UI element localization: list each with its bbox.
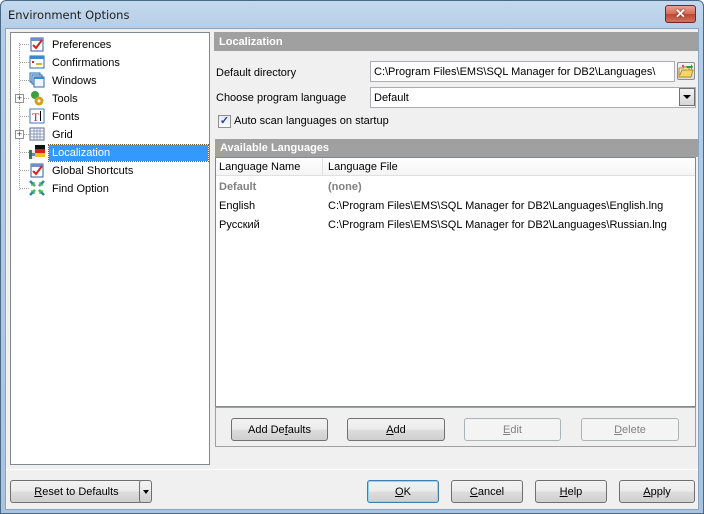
language-row-english[interactable]: English C:\Program Files\EMS\SQL Manager…	[216, 197, 695, 216]
preferences-icon	[30, 37, 44, 52]
auto-scan-label[interactable]: Auto scan languages on startup	[234, 115, 389, 127]
localization-header-text: Localization	[219, 35, 283, 48]
language-file: (none)	[328, 181, 362, 193]
tree-item-label: Confirmations	[52, 57, 120, 69]
button-text: ancel	[477, 485, 505, 498]
global-shortcuts-icon	[30, 163, 44, 178]
button-accel: D	[614, 423, 623, 436]
button-accel: O	[395, 485, 404, 498]
language-file: C:\Program Files\EMS\SQL Manager for DB2…	[328, 200, 664, 212]
environment-options-window: Environment Options ✕ Preferences Confir…	[0, 0, 704, 514]
tree-connector	[20, 188, 29, 189]
confirmations-icon	[29, 55, 45, 69]
program-language-select[interactable]: Default	[370, 87, 696, 108]
delete-button[interactable]: Delete	[581, 418, 679, 441]
tree-connector	[20, 80, 29, 81]
close-icon: ✕	[675, 6, 686, 21]
window-title: Environment Options	[8, 8, 130, 22]
title-bar[interactable]: Environment Options ✕	[1, 1, 703, 29]
default-directory-value: C:\Program Files\EMS\SQL Manager for DB2…	[374, 65, 656, 78]
language-row-russian[interactable]: Русский C:\Program Files\EMS\SQL Manager…	[216, 216, 695, 235]
language-name: English	[219, 200, 256, 212]
tree-item-label: Find Option	[52, 183, 109, 195]
plus-icon: +	[16, 129, 23, 139]
localization-icon	[29, 145, 45, 159]
available-languages-header: Available Languages	[215, 139, 698, 157]
tree-item-label: Localization	[48, 144, 209, 162]
chevron-down-icon	[142, 489, 149, 494]
button-accel: A	[643, 485, 651, 498]
svg-text:T: T	[32, 110, 40, 124]
plus-icon: +	[16, 93, 23, 103]
button-text: K	[403, 485, 411, 498]
windows-icon	[29, 72, 45, 88]
button-text: elp	[567, 485, 583, 498]
tree-item-label: Fonts	[52, 111, 80, 123]
program-language-dropdown-button[interactable]	[679, 88, 695, 106]
language-name: Default	[219, 181, 257, 193]
button-text: pply	[650, 485, 671, 498]
button-accel: C	[469, 485, 478, 498]
cancel-button[interactable]: Cancel	[451, 480, 523, 503]
tree-connector	[20, 44, 29, 45]
localization-header: Localization	[214, 32, 698, 51]
edit-button[interactable]: Edit	[464, 418, 561, 441]
program-language-label: Choose program language	[216, 92, 347, 104]
ok-button[interactable]: OK	[367, 480, 439, 503]
column-header-language-file[interactable]: Language File	[328, 161, 398, 173]
checkmark-icon: ✓	[219, 115, 230, 127]
tree-item-label: Tools	[52, 93, 78, 105]
button-accel: A	[386, 423, 394, 436]
button-text: dit	[510, 423, 522, 436]
open-folder-icon	[678, 64, 694, 78]
dialog-client-area: Preferences Confirmations Windows + Tool…	[5, 28, 699, 510]
language-row-default[interactable]: Default (none)	[216, 178, 695, 197]
find-option-icon	[29, 180, 45, 196]
reset-options-dropdown-button[interactable]	[139, 480, 152, 503]
program-language-value: Default	[374, 91, 409, 104]
button-text: Add De	[247, 423, 285, 436]
help-button[interactable]: Help	[535, 480, 607, 503]
tree-connector	[20, 170, 29, 171]
column-header-language-name[interactable]: Language Name	[219, 161, 300, 173]
column-separator[interactable]	[322, 158, 323, 176]
available-languages-header-text: Available Languages	[220, 142, 330, 154]
language-name: Русский	[219, 219, 260, 231]
add-button[interactable]: Add	[347, 418, 445, 441]
languages-list-header: Language Name Language File	[216, 158, 695, 176]
button-text: elete	[622, 423, 646, 436]
default-directory-input[interactable]: C:\Program Files\EMS\SQL Manager for DB2…	[370, 61, 675, 82]
tree-item-label: Grid	[52, 129, 73, 141]
button-text: dd	[393, 423, 406, 436]
button-accel: R	[34, 485, 43, 498]
tree-item-label: Preferences	[52, 39, 112, 51]
tree-item-label: Global Shortcuts	[52, 165, 134, 177]
tree-item-label: Windows	[52, 75, 97, 87]
button-text: eset to Defaults	[42, 485, 119, 498]
button-text: aults	[287, 423, 311, 436]
language-file: C:\Program Files\EMS\SQL Manager for DB2…	[328, 219, 667, 231]
chevron-down-icon	[683, 95, 691, 99]
add-defaults-button[interactable]: Add De f aults	[231, 418, 328, 441]
reset-to-defaults-button[interactable]: Reset to Defaults	[10, 480, 143, 503]
footer-separator	[6, 469, 698, 470]
button-accel: H	[559, 485, 568, 498]
browse-directory-button[interactable]	[677, 62, 695, 80]
grid-icon	[29, 127, 45, 141]
tree-connector	[20, 62, 29, 63]
tools-icon	[31, 91, 44, 106]
languages-list[interactable]: Language Name Language File Default (non…	[215, 157, 696, 407]
button-accel: E	[503, 423, 511, 436]
options-tree[interactable]: Preferences Confirmations Windows + Tool…	[10, 32, 210, 465]
fonts-icon: T	[29, 108, 45, 124]
apply-button[interactable]: Apply	[619, 480, 695, 503]
close-button[interactable]: ✕	[665, 5, 696, 23]
tree-connector	[20, 116, 29, 117]
expand-toggle[interactable]: +	[15, 130, 24, 139]
expand-toggle[interactable]: +	[15, 94, 24, 103]
default-directory-label: Default directory	[216, 67, 297, 79]
auto-scan-checkbox[interactable]: ✓	[218, 115, 231, 128]
tree-connector	[20, 152, 29, 153]
